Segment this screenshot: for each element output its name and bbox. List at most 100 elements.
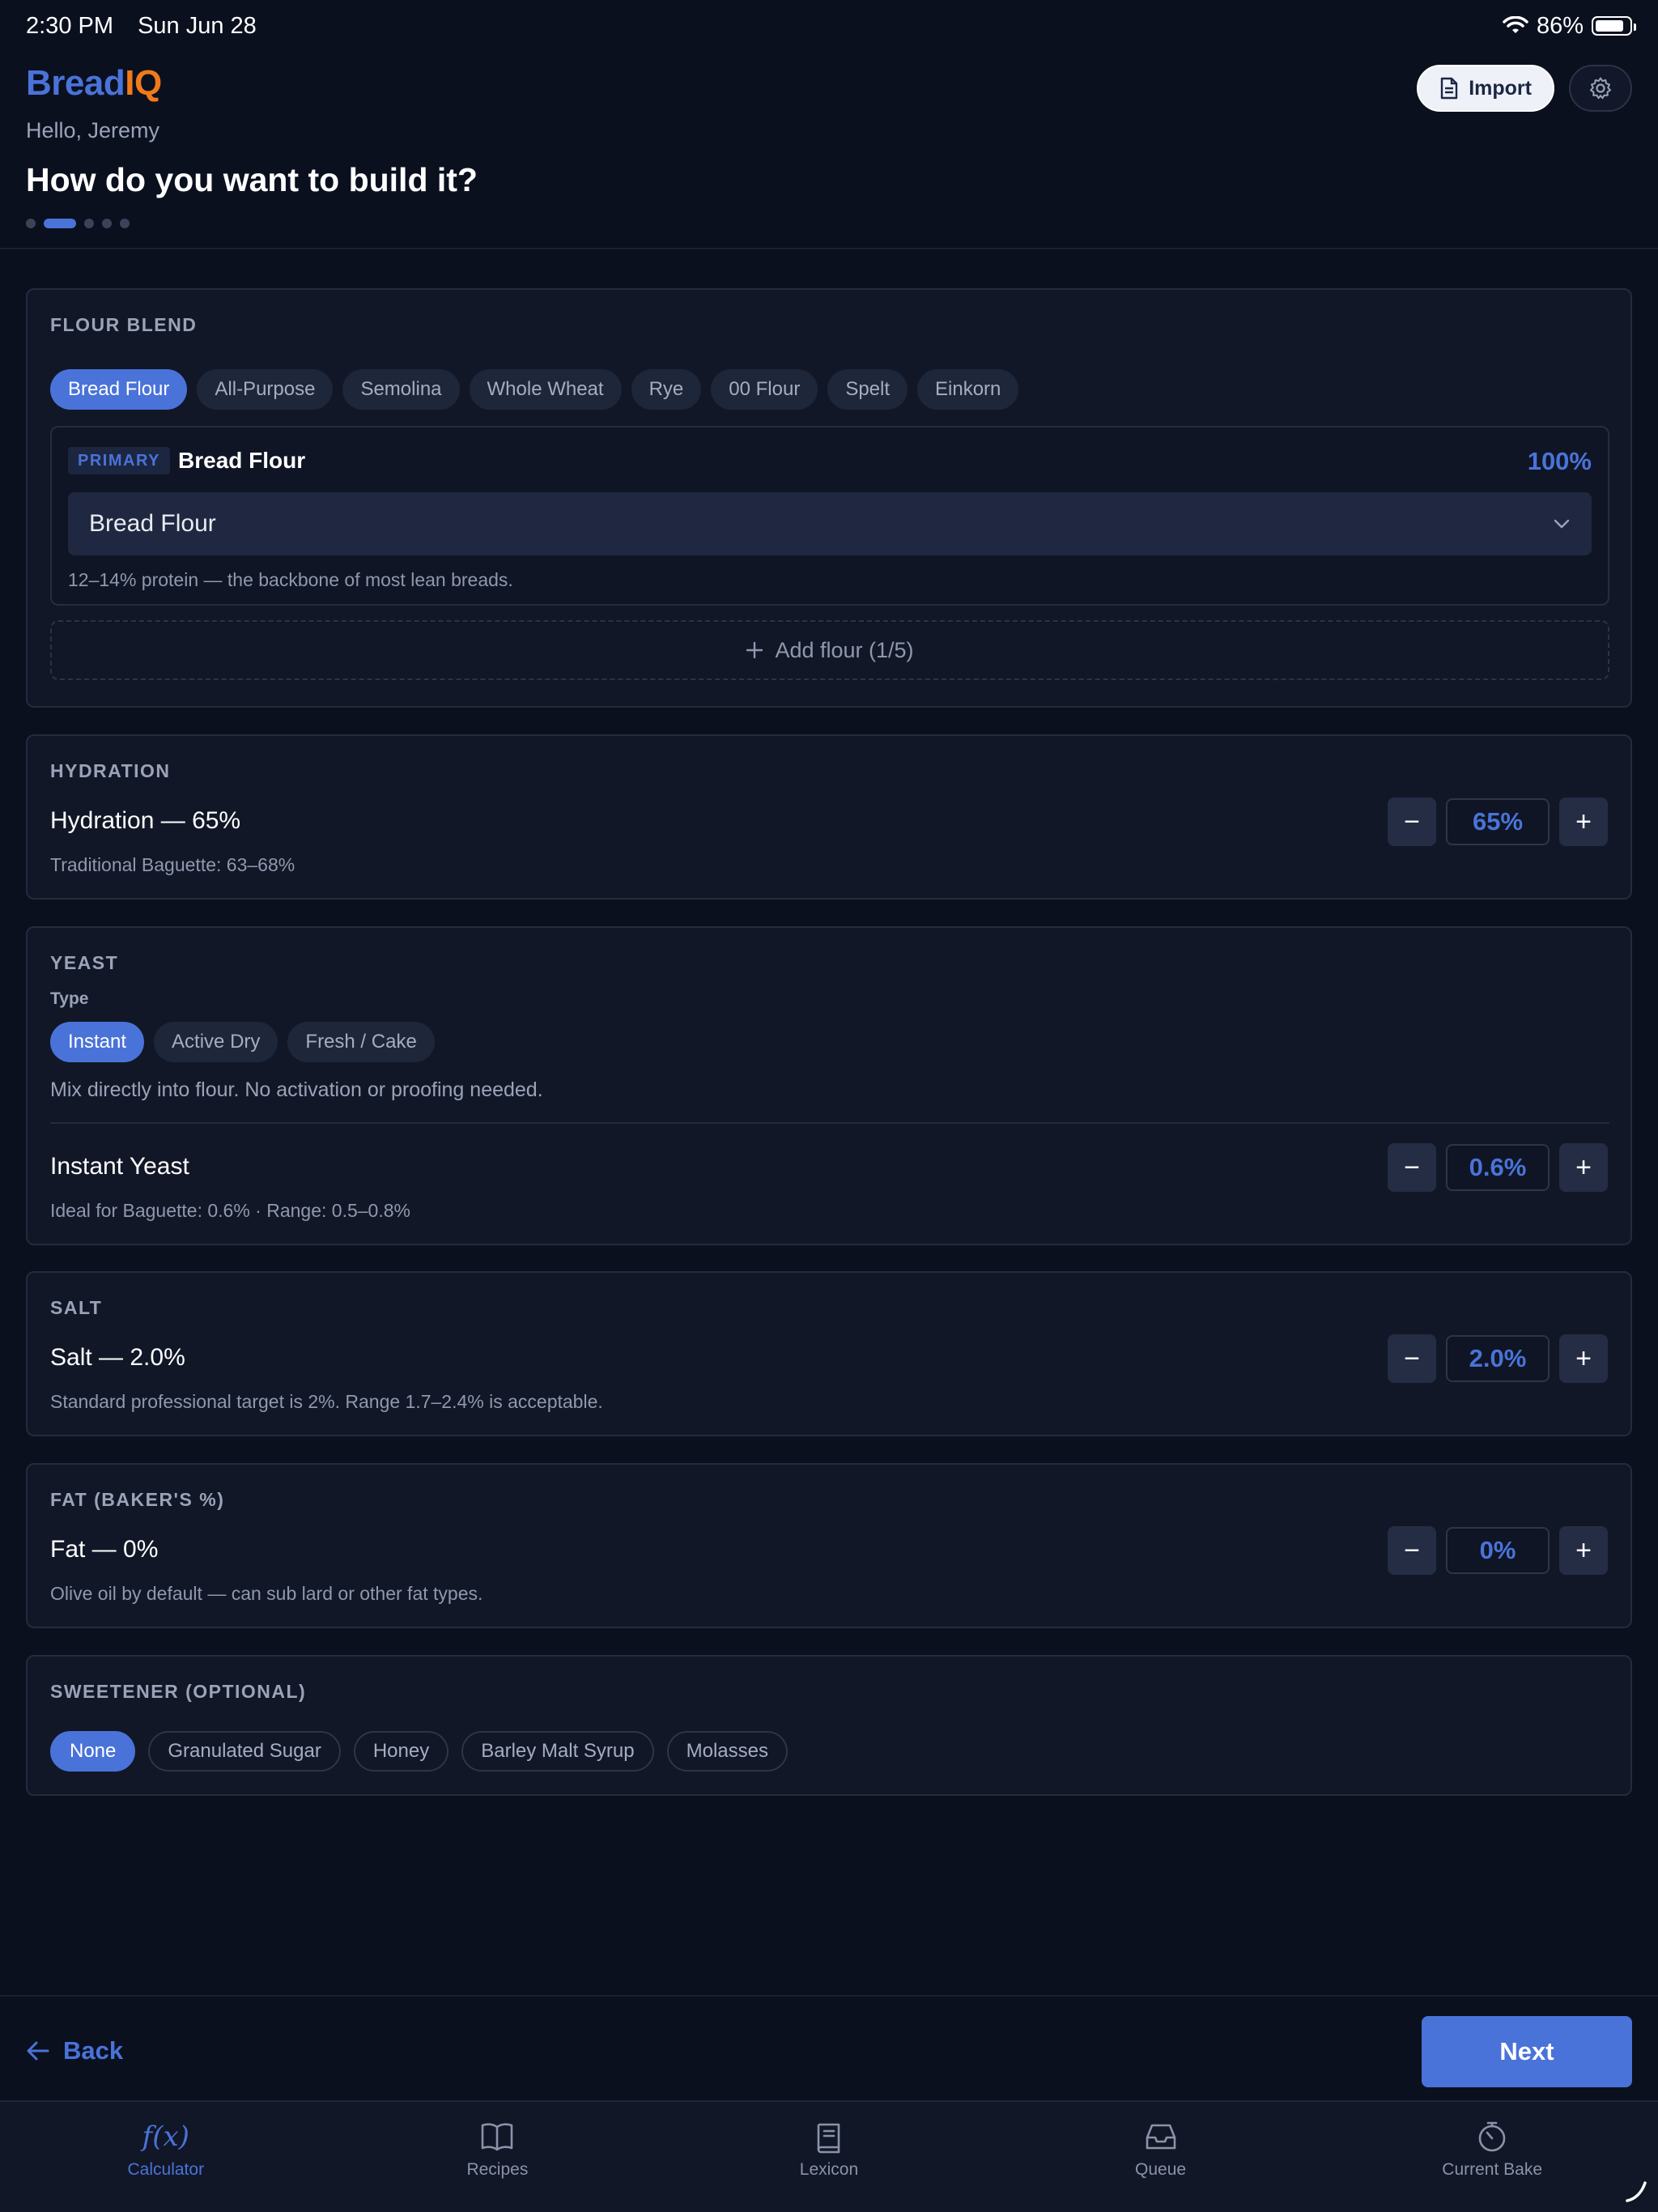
flour-chips: Bread Flour All-Purpose Semolina Whole W…: [50, 369, 1019, 410]
flour-select-value: Bread Flour: [89, 510, 216, 537]
next-button[interactable]: Next: [1422, 2016, 1632, 2087]
import-button[interactable]: Import: [1417, 65, 1554, 112]
wifi-icon: [1503, 16, 1528, 33]
chevron-down-icon: [1554, 519, 1570, 529]
status-bar: 2:30 PM Sun Jun 28 86%: [0, 0, 1658, 52]
home-indicator-icon: [1626, 2181, 1647, 2202]
hydration-note: Traditional Baguette: 63–68%: [50, 854, 295, 875]
chip-all-purpose[interactable]: All-Purpose: [197, 369, 334, 410]
import-label: Import: [1469, 76, 1532, 100]
increment-button[interactable]: +: [1559, 1526, 1608, 1575]
yeast-stepper: − 0.6% +: [1388, 1143, 1608, 1192]
chip-spelt[interactable]: Spelt: [827, 369, 908, 410]
tab-bar: f(x) Calculator Recipes Lexicon Queue Cu…: [0, 2100, 1658, 2212]
divider: [50, 1122, 1609, 1124]
add-flour-button[interactable]: Add flour (1/5): [50, 620, 1609, 680]
progress-dot-active: [44, 219, 76, 228]
add-flour-label: Add flour (1/5): [775, 637, 914, 662]
tab-recipes[interactable]: Recipes: [332, 2102, 664, 2212]
chip-einkorn[interactable]: Einkorn: [917, 369, 1019, 410]
tab-calculator[interactable]: f(x) Calculator: [0, 2102, 332, 2212]
tab-label: Queue: [1135, 2160, 1187, 2179]
status-left: 2:30 PM Sun Jun 28: [26, 13, 274, 40]
increment-button[interactable]: +: [1559, 1143, 1608, 1192]
document-icon: [1441, 77, 1458, 100]
chip-barley-malt-syrup[interactable]: Barley Malt Syrup: [461, 1731, 654, 1772]
section-label: SALT: [50, 1297, 103, 1318]
header: BreadIQ Hello, Jeremy How do you want to…: [26, 63, 1632, 228]
chip-00-flour[interactable]: 00 Flour: [711, 369, 818, 410]
chip-whole-wheat[interactable]: Whole Wheat: [469, 369, 622, 410]
settings-button[interactable]: [1569, 65, 1632, 112]
flour-type-select[interactable]: Bread Flour: [68, 492, 1592, 555]
back-label: Back: [63, 2036, 124, 2065]
chip-active-dry[interactable]: Active Dry: [154, 1022, 278, 1062]
progress-dot: [120, 219, 130, 228]
sweetener-card: SWEETENER (OPTIONAL) None Granulated Sug…: [26, 1655, 1632, 1796]
back-button[interactable]: Back: [26, 2031, 123, 2071]
app-logo: BreadIQ: [26, 63, 1632, 104]
decrement-button[interactable]: −: [1388, 1334, 1436, 1383]
chip-granulated-sugar[interactable]: Granulated Sugar: [148, 1731, 341, 1772]
yeast-value[interactable]: 0.6%: [1446, 1144, 1550, 1191]
header-actions: Import: [1417, 65, 1632, 112]
plus-icon: [746, 641, 763, 659]
fat-note: Olive oil by default — can sub lard or o…: [50, 1583, 483, 1604]
progress-dots: [26, 219, 1632, 228]
logo-bread: Bread: [26, 63, 125, 103]
fat-value[interactable]: 0%: [1446, 1527, 1550, 1574]
salt-note: Standard professional target is 2%. Rang…: [50, 1391, 603, 1412]
chip-molasses[interactable]: Molasses: [666, 1731, 788, 1772]
chip-instant[interactable]: Instant: [50, 1022, 145, 1062]
header-divider: [0, 248, 1658, 249]
tab-queue[interactable]: Queue: [995, 2102, 1327, 2212]
chip-fresh-cake[interactable]: Fresh / Cake: [287, 1022, 435, 1062]
decrement-button[interactable]: −: [1388, 1143, 1436, 1192]
salt-title: Salt — 2.0%: [50, 1344, 185, 1371]
chip-honey[interactable]: Honey: [353, 1731, 449, 1772]
tab-current-bake[interactable]: Current Bake: [1326, 2102, 1658, 2212]
yeast-title: Instant Yeast: [50, 1153, 189, 1180]
battery-icon: [1592, 16, 1636, 36]
decrement-button[interactable]: −: [1388, 798, 1436, 846]
progress-dot: [102, 219, 112, 228]
status-time: 2:30 PM: [26, 12, 113, 39]
progress-dot: [84, 219, 94, 228]
gear-icon: [1590, 77, 1611, 100]
chip-rye[interactable]: Rye: [631, 369, 702, 410]
section-label: YEAST: [50, 952, 119, 973]
section-label: FAT (BAKER'S %): [50, 1489, 225, 1510]
chip-none[interactable]: None: [50, 1731, 136, 1772]
yeast-type-chips: Instant Active Dry Fresh / Cake: [50, 1022, 435, 1062]
salt-card: SALT Salt — 2.0% Standard professional t…: [26, 1271, 1632, 1436]
logo-iq: IQ: [125, 63, 162, 103]
decrement-button[interactable]: −: [1388, 1526, 1436, 1575]
tab-label: Recipes: [466, 2160, 529, 2179]
timer-icon: [1478, 2121, 1506, 2152]
tab-label: Calculator: [127, 2160, 205, 2179]
tab-label: Lexicon: [799, 2160, 859, 2179]
increment-button[interactable]: +: [1559, 798, 1608, 846]
yeast-description: Mix directly into flour. No activation o…: [50, 1078, 543, 1101]
book-open-icon: [482, 2123, 513, 2151]
page-title: How do you want to build it?: [26, 161, 478, 198]
hydration-stepper: − 65% +: [1388, 798, 1608, 846]
yeast-card: YEAST Type Instant Active Dry Fresh / Ca…: [26, 926, 1632, 1245]
hydration-card: HYDRATION Hydration — 65% Traditional Ba…: [26, 734, 1632, 900]
arrow-left-icon: [27, 2041, 49, 2061]
section-label: FLOUR BLEND: [50, 314, 198, 335]
primary-flour-row: PRIMARY Bread Flour 100% Bread Flour 12–…: [50, 426, 1609, 606]
salt-value[interactable]: 2.0%: [1446, 1335, 1550, 1382]
chip-semolina[interactable]: Semolina: [342, 369, 460, 410]
status-right: 86%: [1503, 13, 1636, 40]
salt-stepper: − 2.0% +: [1388, 1334, 1608, 1383]
primary-flour-percent: 100%: [1527, 447, 1592, 475]
increment-button[interactable]: +: [1559, 1334, 1608, 1383]
chip-bread-flour[interactable]: Bread Flour: [50, 369, 188, 410]
inbox-icon: [1146, 2124, 1175, 2150]
yeast-type-label: Type: [50, 989, 89, 1008]
tab-lexicon[interactable]: Lexicon: [663, 2102, 995, 2212]
section-label: SWEETENER (OPTIONAL): [50, 1681, 307, 1702]
fat-card: FAT (BAKER'S %) Fat — 0% Olive oil by de…: [26, 1463, 1632, 1628]
hydration-value[interactable]: 65%: [1446, 798, 1550, 845]
